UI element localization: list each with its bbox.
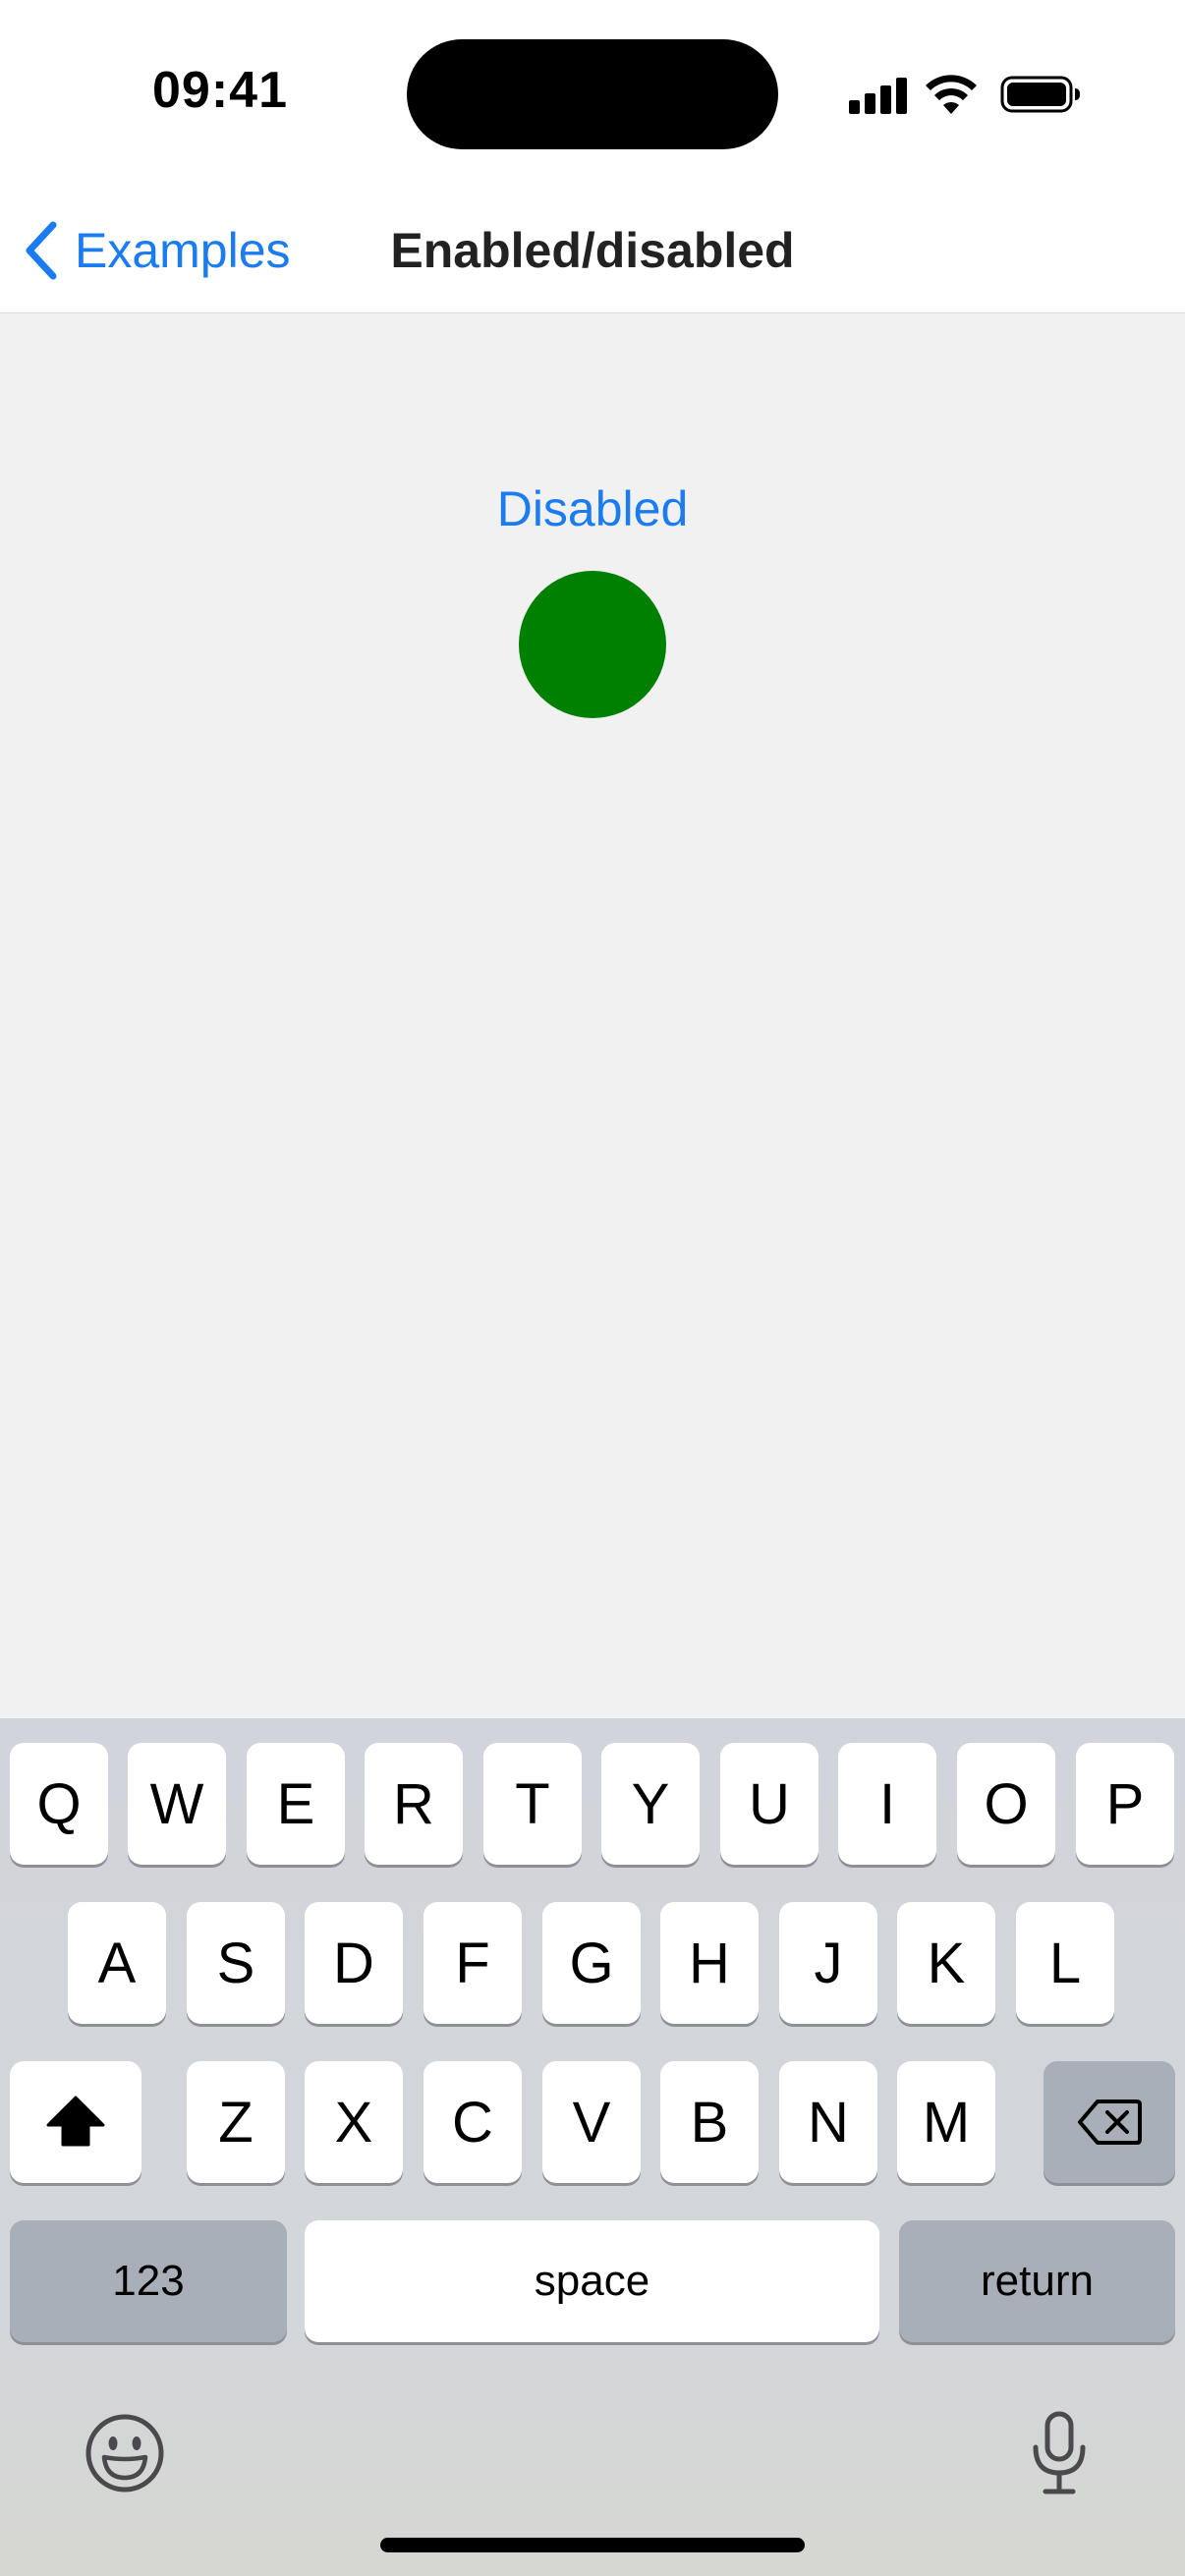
key-f[interactable]: F bbox=[423, 1902, 522, 2024]
key-e[interactable]: E bbox=[247, 1743, 345, 1865]
cellular-signal-icon bbox=[849, 75, 908, 114]
shift-key[interactable] bbox=[10, 2061, 141, 2183]
key-o[interactable]: O bbox=[957, 1743, 1055, 1865]
back-button[interactable]: Examples bbox=[20, 216, 291, 285]
key-m[interactable]: M bbox=[897, 2061, 995, 2183]
key-h[interactable]: H bbox=[660, 1902, 759, 2024]
toggle-enabled-button[interactable]: Disabled bbox=[0, 480, 1185, 537]
key-k[interactable]: K bbox=[897, 1902, 995, 2024]
key-i[interactable]: I bbox=[838, 1743, 936, 1865]
key-q[interactable]: Q bbox=[10, 1743, 108, 1865]
microphone-icon[interactable] bbox=[1028, 2410, 1091, 2496]
key-u[interactable]: U bbox=[720, 1743, 818, 1865]
key-r[interactable]: R bbox=[365, 1743, 463, 1865]
battery-icon bbox=[1000, 76, 1080, 113]
shift-icon bbox=[46, 2096, 105, 2147]
status-time: 09:41 bbox=[152, 62, 288, 119]
key-s[interactable]: S bbox=[187, 1902, 285, 2024]
chevron-left-icon bbox=[26, 221, 57, 280]
key-x[interactable]: X bbox=[305, 2061, 403, 2183]
key-t[interactable]: T bbox=[483, 1743, 582, 1865]
key-z[interactable]: Z bbox=[187, 2061, 285, 2183]
key-l[interactable]: L bbox=[1016, 1902, 1114, 2024]
app-screen: 09:41 Enabled/disabled Examples Disabled… bbox=[0, 0, 1185, 2576]
delete-key[interactable] bbox=[1044, 2061, 1175, 2183]
emoji-icon[interactable] bbox=[85, 2413, 165, 2493]
key-j[interactable]: J bbox=[779, 1902, 877, 2024]
space-key-label: space bbox=[534, 2257, 650, 2305]
main-content: Disabled bbox=[0, 313, 1185, 1718]
on-screen-keyboard: Q W E R T Y U I O P A S D F G H J K L Z … bbox=[0, 1718, 1185, 2576]
dynamic-island bbox=[407, 39, 778, 149]
key-n[interactable]: N bbox=[779, 2061, 877, 2183]
key-c[interactable]: C bbox=[423, 2061, 522, 2183]
key-w[interactable]: W bbox=[128, 1743, 226, 1865]
key-a[interactable]: A bbox=[68, 1902, 166, 2024]
numbers-key-label: 123 bbox=[112, 2257, 185, 2305]
backspace-icon bbox=[1078, 2100, 1142, 2145]
key-d[interactable]: D bbox=[305, 1902, 403, 2024]
status-bar: 09:41 bbox=[0, 0, 1185, 187]
return-key[interactable]: return bbox=[899, 2220, 1175, 2342]
numbers-key[interactable]: 123 bbox=[10, 2220, 287, 2342]
status-circle bbox=[519, 571, 666, 718]
key-b[interactable]: B bbox=[660, 2061, 759, 2183]
key-v[interactable]: V bbox=[542, 2061, 641, 2183]
wifi-icon bbox=[926, 75, 977, 114]
back-button-label: Examples bbox=[75, 223, 291, 278]
navigation-bar: Enabled/disabled Examples bbox=[0, 187, 1185, 313]
space-key[interactable]: space bbox=[305, 2220, 879, 2342]
return-key-label: return bbox=[981, 2257, 1094, 2305]
home-indicator[interactable] bbox=[380, 2538, 805, 2552]
key-g[interactable]: G bbox=[542, 1902, 641, 2024]
key-y[interactable]: Y bbox=[601, 1743, 700, 1865]
key-p[interactable]: P bbox=[1076, 1743, 1174, 1865]
